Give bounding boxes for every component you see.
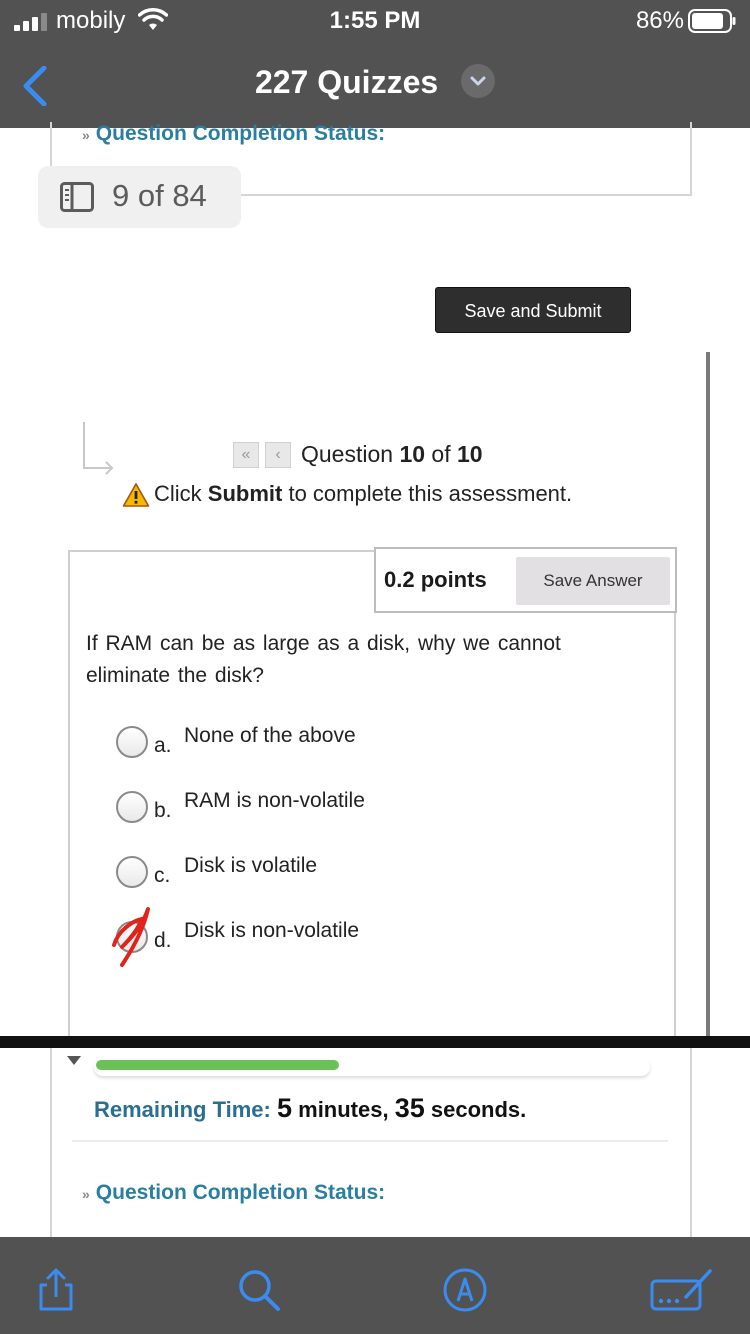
option-text: Disk is non-volatile xyxy=(184,919,360,942)
completion-status-label: Question Completion Status: xyxy=(95,1181,386,1204)
option-c[interactable]: c. Disk is volatile xyxy=(116,854,616,894)
caret-down-icon[interactable] xyxy=(66,1054,82,1066)
option-d[interactable]: d. Disk is non-volatile xyxy=(112,907,616,967)
bottom-panel-frame xyxy=(50,1048,692,1238)
remaining-seconds: 35 xyxy=(394,1093,425,1123)
page-indicator-text: 9 of 84 xyxy=(112,178,207,213)
scroll-rule xyxy=(706,352,710,1038)
option-text: RAM is non-volatile xyxy=(184,789,365,812)
bottom-toolbar xyxy=(0,1237,750,1334)
completion-status-label: Question Completion Status: xyxy=(95,122,386,145)
keyboard-edit-icon[interactable] xyxy=(650,1267,714,1313)
question-total: 10 xyxy=(457,441,483,468)
nav-title-label: 227 Quizzes xyxy=(254,64,439,101)
warning-bold: Submit xyxy=(207,481,283,506)
warning-suffix: to complete this assessment. xyxy=(282,481,573,506)
double-chevron-left-icon[interactable]: « xyxy=(233,441,259,468)
question-counter: Question 10 of 10 xyxy=(301,441,483,467)
option-b[interactable]: b. RAM is non-volatile xyxy=(116,789,616,829)
remaining-time-label: Remaining Time: xyxy=(94,1097,271,1122)
red-check-scribble-icon xyxy=(112,907,150,967)
status-bar: mobily 1:55 PM 86% xyxy=(0,0,750,42)
battery-percent: 86% xyxy=(635,7,684,34)
top-bar: mobily 1:55 PM 86% 227 Quizzes xyxy=(0,0,750,128)
nav-title[interactable]: 227 Quizzes xyxy=(0,62,750,101)
radio-button[interactable] xyxy=(116,856,148,888)
option-letter: c. xyxy=(154,864,171,887)
minutes-unit: minutes, xyxy=(292,1097,395,1122)
jump-arrow-icon xyxy=(83,422,114,475)
search-icon[interactable] xyxy=(236,1267,282,1313)
sidebar-page-icon xyxy=(60,182,94,212)
remaining-time: Remaining Time: 5 minutes, 35 seconds. xyxy=(94,1093,526,1124)
double-chevron-down-icon: » xyxy=(82,127,90,143)
markup-icon[interactable] xyxy=(442,1267,488,1313)
points-header: 0.2 points Save Answer xyxy=(374,547,677,613)
page-indicator[interactable]: 9 of 84 xyxy=(38,166,241,228)
question-navigation: «‹ Question 10 of 10 xyxy=(233,440,483,468)
radio-button[interactable] xyxy=(116,726,148,758)
submit-warning: Click Submit to complete this assessment… xyxy=(122,481,572,508)
seconds-unit: seconds. xyxy=(424,1097,527,1122)
question-completion-status-bottom[interactable]: » Question Completion Status: xyxy=(82,1181,385,1205)
option-text: None of the above xyxy=(184,724,356,747)
option-a[interactable]: a. None of the above xyxy=(116,724,616,764)
chevron-left-icon[interactable]: ‹ xyxy=(265,441,291,468)
question-counter-prefix: Question xyxy=(301,441,400,468)
save-answer-button[interactable]: Save Answer xyxy=(516,557,670,605)
time-progress-fill xyxy=(96,1060,339,1070)
share-icon[interactable] xyxy=(33,1267,79,1313)
battery-icon xyxy=(688,9,736,33)
question-text: If RAM can be as large as a disk, why we… xyxy=(86,632,561,687)
option-letter: a. xyxy=(154,734,172,757)
chevron-down-icon[interactable] xyxy=(461,63,496,98)
split-divider xyxy=(0,1036,750,1048)
warning-icon xyxy=(122,483,150,507)
save-and-submit-button[interactable]: Save and Submit xyxy=(435,287,631,333)
double-chevron-down-icon: » xyxy=(82,1186,90,1202)
radio-button[interactable] xyxy=(116,791,148,823)
question-points: 0.2 points xyxy=(384,567,487,592)
section-rule xyxy=(72,1140,668,1142)
question-completion-status-top[interactable]: » Question Completion Status: xyxy=(82,122,385,146)
remaining-minutes: 5 xyxy=(276,1093,293,1123)
time-progress-bar xyxy=(94,1058,650,1076)
question-current: 10 xyxy=(399,441,426,468)
warning-prefix: Click xyxy=(154,481,208,506)
question-counter-of: of xyxy=(425,441,458,468)
option-letter: b. xyxy=(154,799,172,822)
option-text: Disk is volatile xyxy=(184,854,318,877)
